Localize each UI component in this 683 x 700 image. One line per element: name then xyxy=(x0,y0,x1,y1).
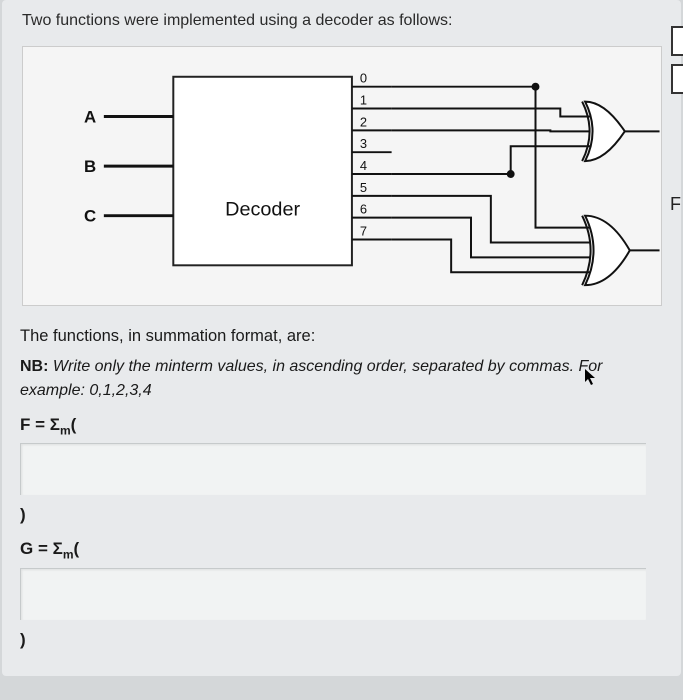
answer-input-g[interactable] xyxy=(20,568,646,620)
svg-text:5: 5 xyxy=(359,180,366,195)
formula-g: G = Σm( xyxy=(20,539,663,561)
description-text: The functions, in summation format, are: xyxy=(20,324,663,349)
svg-text:4: 4 xyxy=(359,158,366,173)
nb-instruction: NB: Write only the minterm values, in as… xyxy=(20,355,663,403)
side-label-f: F xyxy=(670,194,681,215)
cursor-icon xyxy=(584,368,598,389)
close-paren-f: ) xyxy=(20,505,663,525)
svg-text:1: 1 xyxy=(359,93,366,108)
svg-text:6: 6 xyxy=(359,202,366,217)
wiring-to-f xyxy=(391,109,589,177)
question-title: Two functions were implemented using a d… xyxy=(20,12,663,30)
svg-text:7: 7 xyxy=(359,224,366,239)
svg-text:2: 2 xyxy=(359,114,366,129)
side-crop-boxes xyxy=(671,26,683,96)
formula-f: F = Σm( xyxy=(20,415,663,437)
svg-text:0: 0 xyxy=(359,71,366,86)
answer-input-f[interactable] xyxy=(20,443,646,495)
or-gate-g xyxy=(582,216,659,285)
or-gate-f xyxy=(582,102,659,162)
svg-text:3: 3 xyxy=(359,136,366,151)
input-a-label: A xyxy=(84,107,96,126)
nb-label: NB: xyxy=(20,358,48,375)
decoder-outputs: 0 1 2 3 4 5 6 7 xyxy=(351,71,391,240)
input-c-label: C xyxy=(84,207,96,226)
decoder-diagram: Decoder A B C 0 1 2 3 4 5 xyxy=(22,46,662,306)
decoder-block-label: Decoder xyxy=(225,199,300,221)
input-b-label: B xyxy=(84,157,96,176)
nb-body: Write only the minterm values, in ascend… xyxy=(20,358,602,399)
close-paren-g: ) xyxy=(20,630,663,650)
